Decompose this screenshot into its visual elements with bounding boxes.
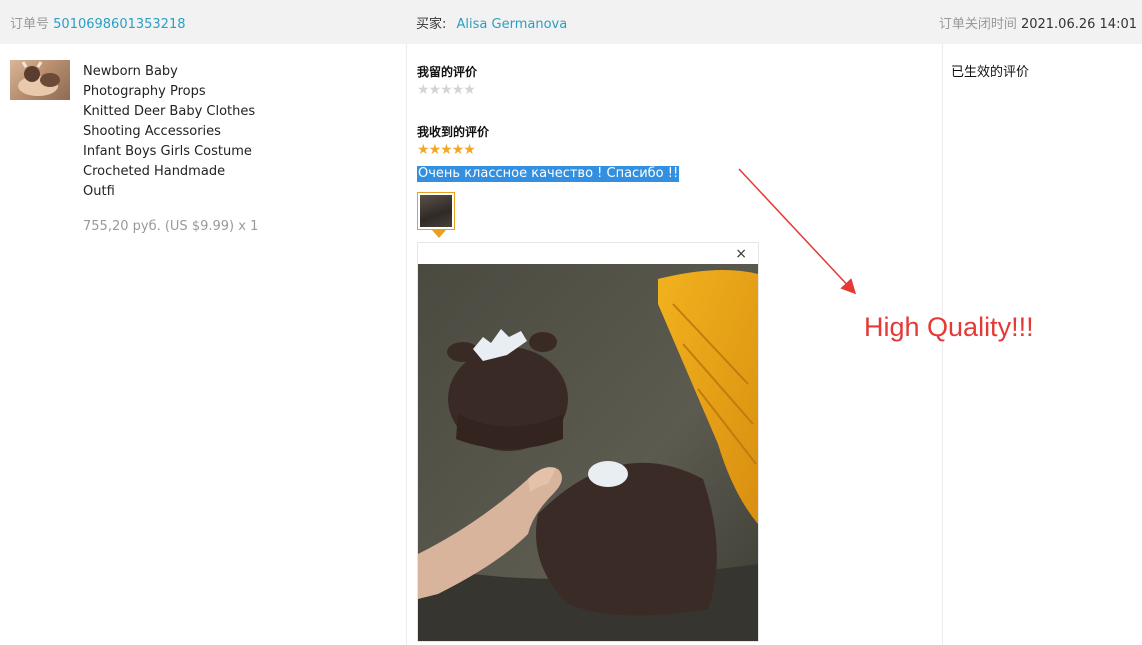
review-photo-thumbnail[interactable] [417, 192, 455, 230]
star-filled-icon: ★ [417, 142, 430, 158]
product-title-line: Crocheted Handmade [83, 164, 226, 179]
order-number-group: 订单号 5010698601353218 [10, 13, 186, 32]
status-column: 已生效的评价 [942, 44, 1142, 645]
buyer-group: 买家: Alisa Germanova [416, 13, 567, 32]
high-quality-annotation: High Quality!!! [864, 312, 1034, 342]
star-filled-icon: ★ [463, 142, 476, 158]
reviews-column: 我留的评价 ★★★★★ 我收到的评价 ★★★★★ Очень классное … [406, 44, 943, 645]
star-filled-icon: ★ [440, 142, 453, 158]
close-time-group: 订单关闭时间 2021.06.26 14:01 [939, 13, 1137, 32]
product-thumbnail[interactable] [10, 60, 70, 100]
knitted-deer-outfit-photo [418, 264, 758, 641]
star-filled-icon: ★ [428, 142, 442, 158]
received-review-text: Очень классное качество ! Спасибо !! [417, 166, 680, 182]
product-title-line: Shooting Accessories [83, 124, 221, 139]
star-empty-icon: ★ [417, 82, 430, 98]
star-empty-icon: ★ [428, 82, 442, 98]
close-time-label: 订单关闭时间 [938, 17, 1017, 32]
phone-photo-icon [420, 195, 452, 227]
annotation-arrow-icon [738, 168, 857, 295]
product-title[interactable]: Newborn Baby Photography Props Knitted D… [83, 62, 255, 202]
star-empty-icon: ★ [463, 82, 476, 98]
thumbnail-pointer-icon [432, 230, 446, 238]
close-time-value: 2021.06.26 14:01 [1020, 17, 1137, 32]
order-number-label: 订单号 [10, 17, 50, 32]
order-header: 订单号 5010698601353218 买家: Alisa Germanova… [0, 0, 1142, 44]
product-title-line: Newborn Baby [83, 64, 178, 79]
product-title-line: Photography Props [83, 84, 206, 99]
product-title-line: Outfi [83, 184, 115, 199]
photo-viewer: × [417, 242, 759, 642]
star-empty-icon: ★ [451, 82, 465, 98]
buyer-name-link[interactable]: Alisa Germanova [457, 17, 568, 32]
baby-photo-icon [18, 61, 60, 96]
review-photo [418, 264, 758, 641]
received-review-title: 我收到的评价 [417, 125, 490, 139]
product-column: Newborn Baby Photography Props Knitted D… [0, 44, 406, 645]
my-review-title: 我留的评价 [417, 65, 478, 79]
product-title-line: Infant Boys Girls Costume [83, 144, 252, 159]
star-empty-icon: ★ [440, 82, 453, 98]
received-review-stars: ★★★★★ [417, 142, 476, 158]
my-review-stars: ★★★★★ [417, 82, 476, 98]
order-number-link[interactable]: 5010698601353218 [53, 17, 185, 32]
product-title-line: Knitted Deer Baby Clothes [83, 104, 256, 119]
buyer-label: 买家: [416, 17, 447, 32]
product-price: 755,20 руб. (US $9.99) x 1 [83, 219, 259, 234]
star-filled-icon: ★ [451, 142, 465, 158]
effective-review-label: 已生效的评价 [951, 65, 1030, 80]
